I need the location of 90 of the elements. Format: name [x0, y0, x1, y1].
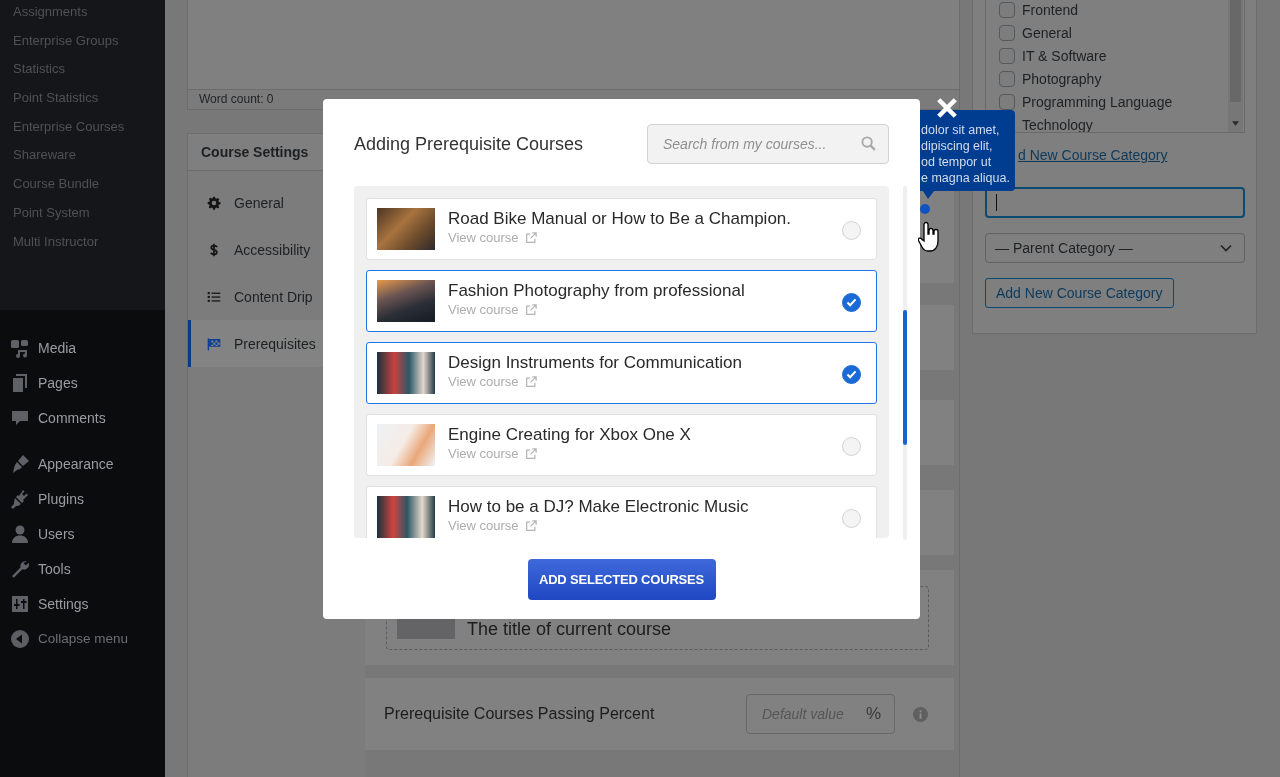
field-label: Prerequisite Courses Passing Percent: [384, 705, 655, 723]
search-field[interactable]: Search from my courses...: [647, 124, 889, 164]
external-link-icon: [524, 520, 537, 532]
current-course-title: The title of current course: [467, 619, 672, 639]
sliders-icon: [10, 593, 30, 614]
category-label: IT & Software: [1022, 47, 1107, 64]
percent-unit: %: [865, 704, 881, 724]
plug-icon: [10, 488, 30, 509]
checkered-flag-icon: [207, 336, 221, 351]
sidebar-submenu-item[interactable]: Course Bundle: [0, 170, 165, 199]
collapse-menu-button[interactable]: Collapse menu: [0, 621, 165, 656]
checkbox[interactable]: [999, 93, 1015, 110]
dollar-icon: [207, 242, 221, 257]
category-label: Frontend: [1022, 1, 1079, 18]
sidebar-submenu-item[interactable]: Enterprise Groups: [0, 26, 165, 56]
checkbox[interactable]: [999, 70, 1015, 87]
gear-icon: [207, 195, 221, 210]
info-icon[interactable]: [913, 706, 928, 722]
user-icon: [10, 523, 30, 544]
settings-tab[interactable]: General: [188, 179, 365, 226]
radio-button[interactable]: [842, 365, 861, 384]
category-label: Technology: [1022, 116, 1093, 132]
scrollbar[interactable]: [903, 186, 907, 540]
sidebar-menu-item[interactable]: Tools: [0, 551, 165, 586]
course-title: Fashion Photography from professional: [448, 280, 745, 302]
course-item[interactable]: How to be a DJ? Make Electronic Music View course: [366, 486, 877, 538]
sidebar-submenu-item[interactable]: Multi Instructor: [0, 227, 165, 257]
search-icon[interactable]: [861, 136, 876, 151]
check-icon: [846, 298, 857, 307]
settings-tab[interactable]: Accessibility: [188, 226, 365, 273]
sidebar-submenu-item[interactable]: Enterprise Courses: [0, 112, 165, 142]
course-title: Engine Creating for Xbox One X: [448, 424, 691, 446]
sidebar-menu-item[interactable]: Users: [0, 516, 165, 551]
course-item[interactable]: Road Bike Manual or How to Be a Champion. View course: [366, 198, 877, 260]
course-title: Road Bike Manual or How to Be a Champion.: [448, 208, 791, 230]
course-item[interactable]: Engine Creating for Xbox One X View course: [366, 414, 877, 476]
sidebar-submenu-item[interactable]: Assignments: [0, 0, 165, 27]
parent-category-select[interactable]: — Parent Category —: [985, 233, 1245, 263]
sidebar-submenu-item[interactable]: Point Statistics: [0, 84, 165, 113]
external-link-icon: [524, 232, 537, 244]
photo-placeholder: [377, 352, 435, 394]
add-selected-courses-button[interactable]: ADD SELECTED COURSES: [527, 559, 716, 600]
media-icon: [10, 337, 30, 358]
category-label: Programming Language: [1022, 93, 1173, 110]
checkbox[interactable]: [999, 1, 1015, 18]
photo-placeholder: [377, 208, 435, 250]
paintbrush-icon: [10, 453, 30, 474]
list-icon: [207, 289, 221, 304]
external-link-icon: [524, 304, 537, 316]
external-link-icon: [524, 376, 537, 388]
sidebar-submenu-item[interactable]: Shareware: [0, 141, 165, 171]
tooltip: dolor sit amet, dipiscing elit, od tempor ut e magna aliqua.: [920, 110, 1015, 199]
photo-placeholder: [377, 424, 435, 466]
course-item[interactable]: Fashion Photography from professional View course: [366, 270, 877, 332]
pages-icon: [10, 372, 30, 393]
sidebar-menu-item[interactable]: Pages: [0, 365, 165, 400]
sidebar-submenu-item[interactable]: Point System: [0, 198, 165, 228]
photo-placeholder: [377, 496, 435, 538]
check-icon: [846, 370, 857, 379]
close-icon[interactable]: [935, 97, 959, 119]
chevron-down-icon: [1220, 244, 1232, 252]
course-title: Design Instruments for Communication: [448, 352, 742, 374]
view-course-link[interactable]: View course: [448, 518, 537, 534]
checkbox[interactable]: [999, 24, 1015, 41]
view-course-link[interactable]: View course: [448, 374, 537, 390]
scroll-down-arrow-icon[interactable]: [1232, 121, 1239, 126]
sidebar-menu-item[interactable]: Plugins: [0, 481, 165, 516]
modal-title: Adding Prerequisite Courses: [354, 133, 584, 155]
course-title: How to be a DJ? Make Electronic Music: [448, 496, 749, 518]
course-item[interactable]: Design Instruments for Communication View course: [366, 342, 877, 404]
sidebar-submenu-item[interactable]: Statistics: [0, 55, 165, 85]
view-course-link[interactable]: View course: [448, 302, 537, 318]
dot-icon[interactable]: [920, 204, 930, 214]
settings-tab[interactable]: Content Drip: [188, 273, 365, 320]
category-label: General: [1022, 24, 1072, 41]
photo-placeholder: [377, 280, 435, 322]
view-course-link[interactable]: View course: [448, 230, 537, 246]
scrollbar[interactable]: [1228, 0, 1243, 132]
sidebar-menu-item[interactable]: Appearance: [0, 446, 165, 481]
sidebar-menu-item[interactable]: Settings: [0, 586, 165, 621]
checkbox[interactable]: [999, 47, 1015, 64]
external-link-icon: [524, 448, 537, 460]
sidebar-menu-item[interactable]: Comments: [0, 400, 165, 435]
wrench-icon: [10, 558, 30, 579]
category-name-field[interactable]: [985, 187, 1245, 218]
category-label: Photography: [1022, 70, 1102, 87]
radio-button[interactable]: [842, 293, 861, 312]
view-course-link[interactable]: View course: [448, 446, 537, 462]
sidebar-menu-item[interactable]: Media: [0, 330, 165, 365]
add-category-button[interactable]: Add New Course Category: [985, 278, 1174, 308]
